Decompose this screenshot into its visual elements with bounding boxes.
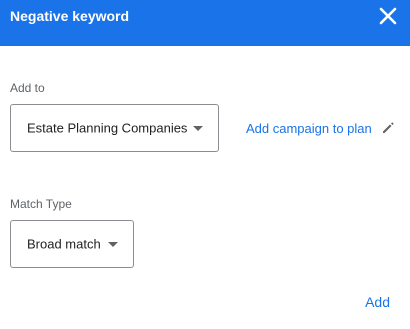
add-button[interactable]: Add [365,294,390,310]
add-campaign-to-plan-link[interactable]: Add campaign to plan [246,121,372,136]
match-type-dropdown[interactable]: Broad match [10,220,134,268]
close-button[interactable] [378,6,398,26]
chevron-down-icon [193,126,203,131]
match-type-selected-value: Broad match [27,236,101,252]
match-type-label: Match Type [10,197,72,211]
negative-keyword-dialog: Negative keyword Add to Estate Planning … [0,0,410,329]
add-to-dropdown[interactable]: Estate Planning Companies [10,104,219,152]
chevron-down-icon [108,242,118,247]
add-to-label: Add to [10,81,45,95]
add-to-selected-value: Estate Planning Companies [27,120,188,136]
dialog-header: Negative keyword [0,0,410,46]
pencil-icon [383,122,394,133]
edit-button[interactable] [381,121,395,135]
dialog-title: Negative keyword [10,8,130,24]
close-icon [379,7,397,25]
